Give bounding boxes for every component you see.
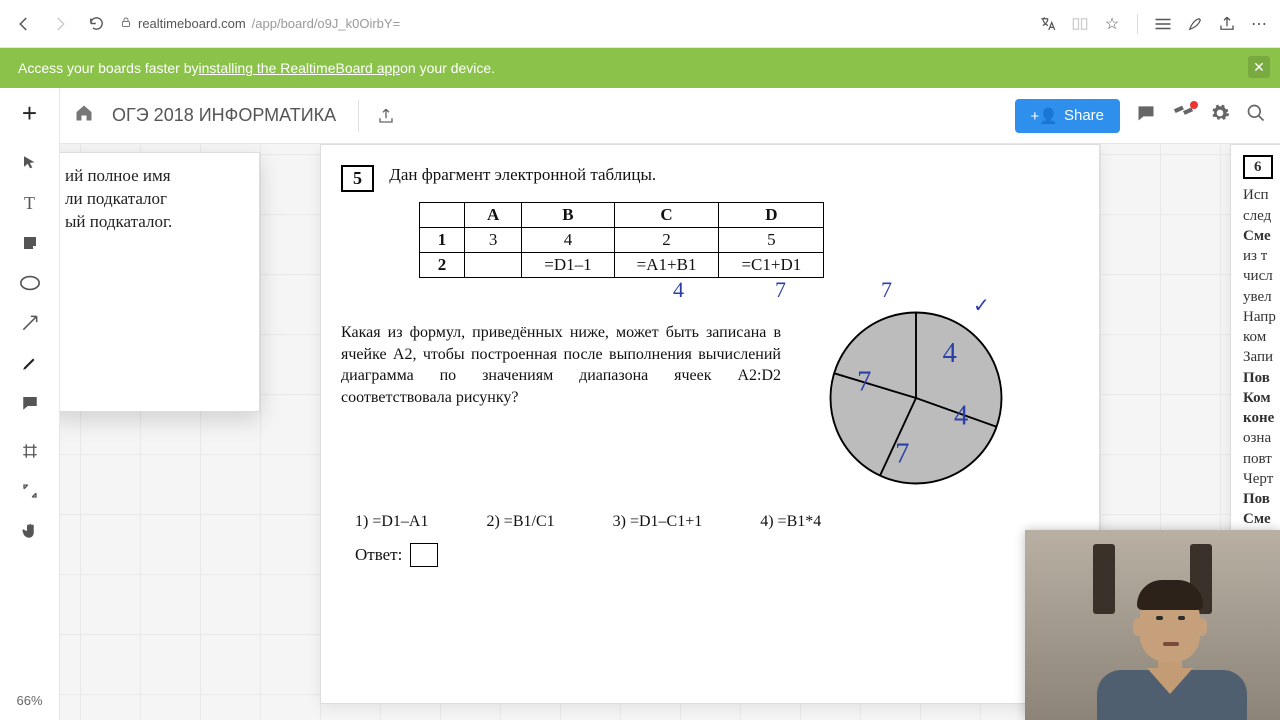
pie-label: 4	[954, 401, 968, 432]
add-tool[interactable]: +	[22, 98, 37, 129]
person-ear	[1195, 618, 1207, 636]
person-hair	[1137, 580, 1203, 610]
board-canvas[interactable]: ий полное имя ли подкаталог ый подкатало…	[60, 144, 1280, 720]
spreadsheet-table: A B C D 1 3 4 2 5 2 =D1–1 =A1+B1	[419, 202, 824, 278]
handwritten-value: 4	[673, 277, 684, 303]
banner-post: on your device.	[400, 60, 495, 76]
answer-box[interactable]	[410, 543, 438, 567]
pie-label: 7	[895, 439, 909, 470]
cell: =A1+B1	[614, 253, 719, 278]
zoom-level[interactable]: 66%	[16, 693, 42, 708]
task-number: 5	[341, 165, 374, 192]
person-eye	[1156, 616, 1163, 620]
pen-tool[interactable]	[12, 345, 48, 381]
snippet-line: ый подкаталог.	[65, 211, 245, 234]
cell: 5	[719, 228, 824, 253]
banner-close-button[interactable]: ✕	[1248, 56, 1270, 78]
cell: 3	[465, 228, 522, 253]
col-head: C	[614, 203, 719, 228]
wall-decor	[1093, 544, 1115, 614]
banner-pre: Access your boards faster by	[18, 60, 199, 76]
frame-task-5[interactable]: 5 Дан фрагмент электронной таблицы. A B …	[320, 144, 1100, 704]
forward-button[interactable]	[48, 12, 72, 36]
task-question: Какая из формул, приведённых ниже, может…	[341, 322, 781, 408]
add-person-icon: +👤	[1031, 107, 1058, 125]
frame-left-snippet[interactable]: ий полное имя ли подкаталог ый подкатало…	[60, 152, 260, 412]
cell: 4	[522, 228, 614, 253]
answer-options: 1) =D1–A1 2) =B1/C1 3) =D1–C1+1 4) =B1*4	[355, 513, 821, 531]
separator	[1137, 14, 1138, 34]
cell	[465, 253, 522, 278]
favorite-icon[interactable]: ☆	[1103, 15, 1121, 33]
cell: =D1–1	[522, 253, 614, 278]
browser-right-icons: ☆ ⋯	[1039, 14, 1268, 34]
back-button[interactable]	[12, 12, 36, 36]
fit-tool[interactable]	[12, 473, 48, 509]
task-number: 6	[1243, 155, 1273, 179]
sticky-tool[interactable]	[12, 225, 48, 261]
notes-icon[interactable]	[1186, 15, 1204, 33]
task-prompt: Дан фрагмент электронной таблицы.	[389, 165, 656, 184]
option-3: 3) =D1–C1+1	[613, 513, 703, 531]
browser-toolbar: realtimeboard.com/app/board/o9J_k0OirbY=…	[0, 0, 1280, 48]
col-head: A	[465, 203, 522, 228]
webcam-overlay	[1025, 530, 1280, 720]
address-bar[interactable]: realtimeboard.com/app/board/o9J_k0OirbY=	[120, 15, 1027, 32]
arrow-tool[interactable]	[12, 305, 48, 341]
person-ear	[1133, 618, 1145, 636]
settings-icon[interactable]	[1210, 103, 1230, 128]
handwritten-value: 7	[775, 277, 786, 303]
snippet-line: ий полное имя	[65, 165, 245, 188]
lock-icon	[120, 15, 132, 32]
col-head: D	[719, 203, 824, 228]
app-frame: + T 66% ОГЭ 2018 ИНФОРМАТИКА +👤 Share	[0, 88, 1280, 720]
cell: 2	[614, 228, 719, 253]
export-icon[interactable]	[358, 100, 395, 132]
answer-label: Ответ:	[355, 545, 402, 565]
pie-label: 7	[857, 366, 871, 397]
select-tool[interactable]	[12, 145, 48, 181]
col-head: B	[522, 203, 614, 228]
cards-icon[interactable]	[1172, 103, 1194, 128]
row-head: 2	[420, 253, 465, 278]
handwritten-value: 7	[881, 277, 892, 303]
share-browser-icon[interactable]	[1218, 15, 1236, 33]
person-mouth	[1163, 642, 1179, 646]
text-tool[interactable]: T	[12, 185, 48, 221]
app-topbar: ОГЭ 2018 ИНФОРМАТИКА +👤 Share	[60, 88, 1280, 144]
home-icon[interactable]	[74, 103, 94, 129]
snippet-lines: ИспследСмеиз тчислувелНапркомЗапиПовКомк…	[1243, 185, 1280, 529]
frames-tool[interactable]	[12, 433, 48, 469]
pie-chart: 4 4 7 7	[821, 303, 1011, 493]
hub-icon[interactable]	[1154, 15, 1172, 33]
more-icon[interactable]: ⋯	[1250, 15, 1268, 33]
banner-link[interactable]: installing the RealtimeBoard app	[199, 60, 401, 76]
install-banner: Access your boards faster by installing …	[0, 48, 1280, 88]
chat-icon[interactable]	[1136, 103, 1156, 128]
reading-icon[interactable]	[1071, 15, 1089, 33]
url-path: /app/board/o9J_k0OirbY=	[252, 16, 401, 31]
cell: =C1+D1	[719, 253, 824, 278]
translate-icon[interactable]	[1039, 15, 1057, 33]
search-icon[interactable]	[1246, 103, 1266, 128]
option-2: 2) =B1/C1	[486, 513, 554, 531]
answer-row: Ответ:	[355, 543, 438, 567]
board-title[interactable]: ОГЭ 2018 ИНФОРМАТИКА	[112, 105, 336, 126]
person-eye	[1178, 616, 1185, 620]
url-host: realtimeboard.com	[138, 16, 246, 31]
hand-tool[interactable]	[12, 513, 48, 549]
snippet-line: ли подкаталог	[65, 188, 245, 211]
comment-tool[interactable]	[12, 385, 48, 421]
left-toolbar: + T 66%	[0, 88, 60, 720]
row-head: 1	[420, 228, 465, 253]
shape-tool[interactable]	[12, 265, 48, 301]
share-button[interactable]: +👤 Share	[1015, 99, 1120, 133]
share-label: Share	[1064, 107, 1104, 124]
option-4: 4) =B1*4	[760, 513, 821, 531]
option-1: 1) =D1–A1	[355, 513, 428, 531]
refresh-button[interactable]	[84, 12, 108, 36]
pie-label: 4	[943, 338, 957, 369]
